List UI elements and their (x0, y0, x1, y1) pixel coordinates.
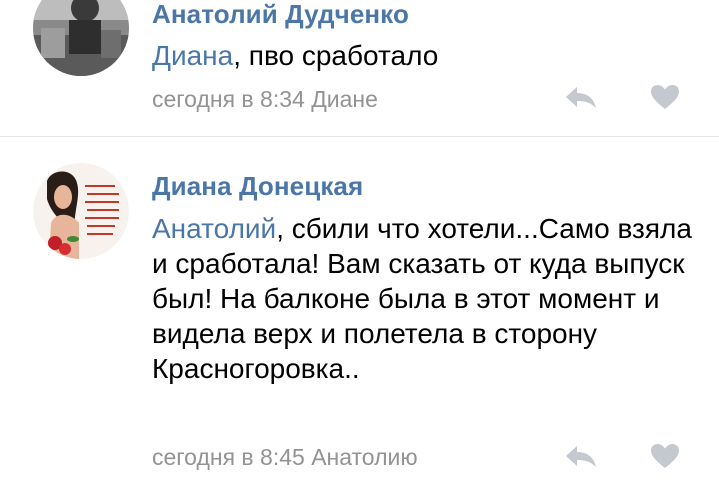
comment-text: Диана, пво сработало (152, 38, 692, 73)
comment-item: Диана Донецкая Анатолий, сбили что хотел… (0, 138, 719, 489)
mention-link[interactable]: Анатолий (152, 213, 276, 244)
avatar[interactable] (33, 0, 129, 76)
comment-time[interactable]: сегодня в 8:34 (152, 86, 305, 112)
reply-target[interactable]: Диане (311, 86, 378, 112)
comment-divider (0, 136, 719, 137)
reply-target[interactable]: Анатолию (311, 444, 417, 470)
comment-time[interactable]: сегодня в 8:45 (152, 444, 305, 470)
comment-meta: сегодня в 8:34 Диане (152, 86, 378, 113)
comment-text: Анатолий, сбили что хотели...Само взяла … (152, 211, 692, 386)
comment-item: Анатолий Дудченко Диана, пво сработало с… (0, 0, 719, 136)
mention-link[interactable]: Диана (152, 40, 233, 71)
heart-icon[interactable] (650, 84, 680, 115)
comment-body: , пво сработало (233, 40, 439, 71)
comment-author[interactable]: Диана Донецкая (152, 171, 363, 202)
reply-arrow-icon[interactable] (564, 443, 598, 474)
heart-icon[interactable] (650, 443, 680, 474)
reply-arrow-icon[interactable] (564, 84, 598, 115)
avatar[interactable] (33, 163, 129, 259)
comment-meta: сегодня в 8:45 Анатолию (152, 444, 418, 471)
comment-author[interactable]: Анатолий Дудченко (152, 0, 409, 30)
